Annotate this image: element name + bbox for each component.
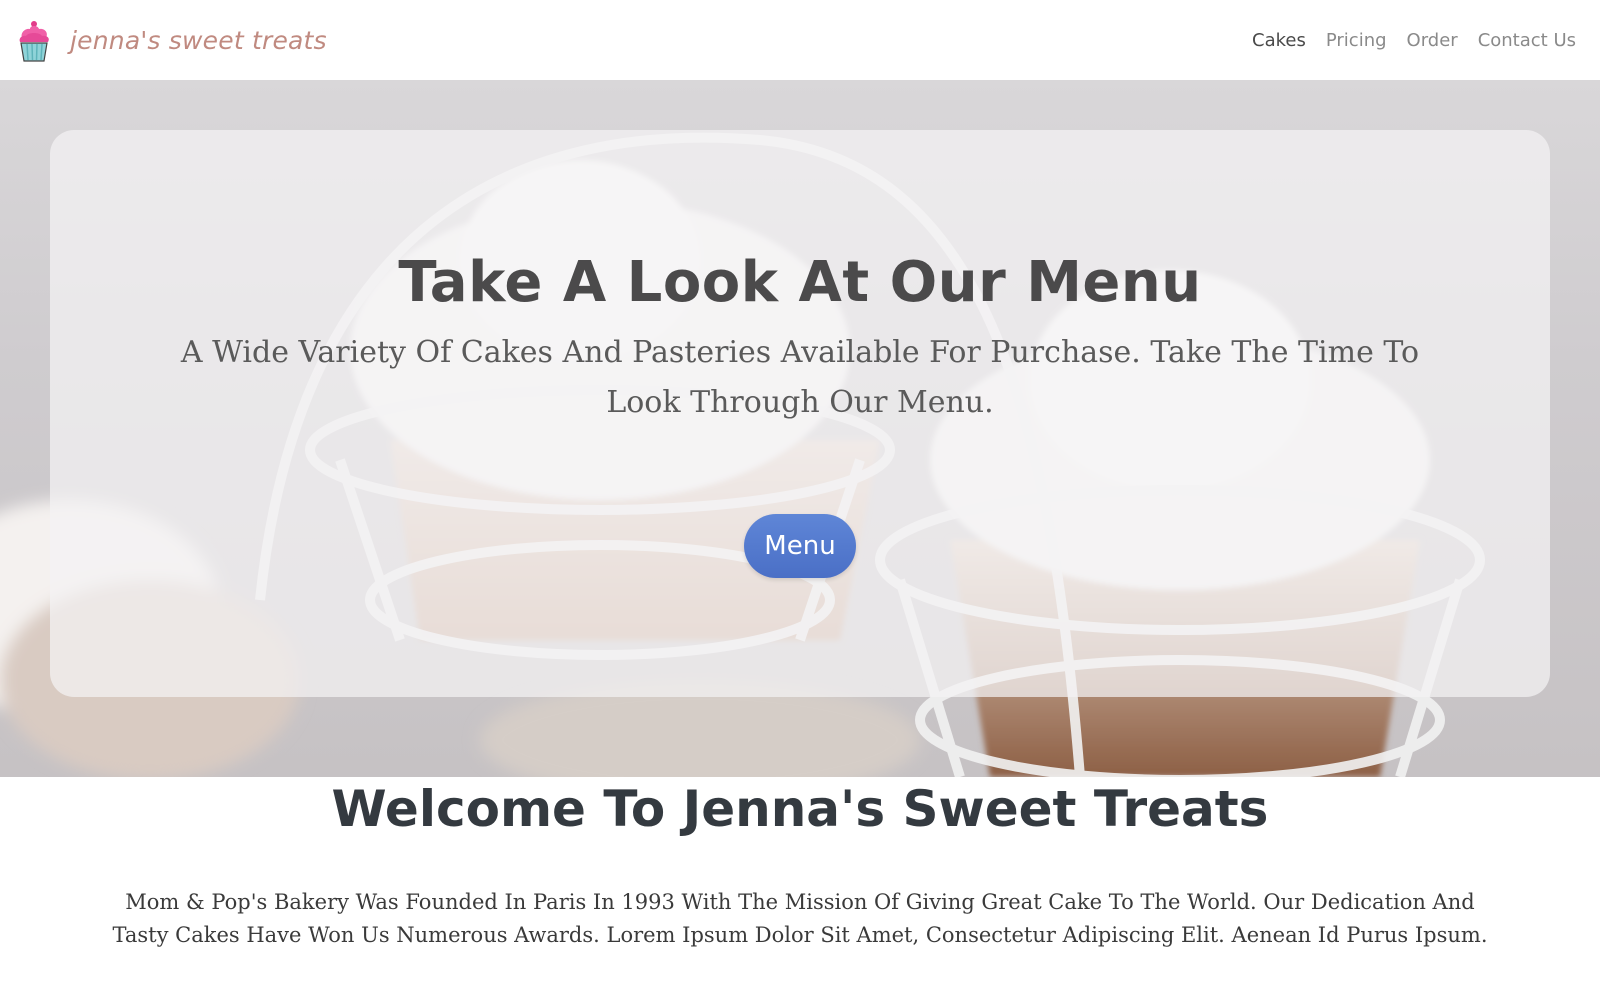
nav-item-contact-us[interactable]: Contact Us xyxy=(1478,30,1576,51)
nav-menu: Cakes Pricing Order Contact Us xyxy=(1232,30,1586,51)
hero-card: Take A Look At Our Menu A Wide Variety O… xyxy=(50,130,1550,697)
brand-name: jenna's sweet treats xyxy=(70,25,327,55)
brand-link[interactable]: jenna's sweet treats xyxy=(14,16,327,64)
nav-item-cakes[interactable]: Cakes xyxy=(1252,30,1306,51)
menu-button[interactable]: Menu xyxy=(744,514,856,578)
welcome-text: Mom & Pop's Bakery Was Founded In Paris … xyxy=(112,890,1488,947)
nav-item-pricing[interactable]: Pricing xyxy=(1326,30,1387,51)
hero-section: Take A Look At Our Menu A Wide Variety O… xyxy=(0,80,1600,777)
navbar: jenna's sweet treats Cakes Pricing Order… xyxy=(0,0,1600,80)
hero-subtitle: A Wide Variety Of Cakes And Pasteries Av… xyxy=(180,335,1420,420)
cupcake-icon xyxy=(19,21,49,62)
nav-item-order[interactable]: Order xyxy=(1407,30,1458,51)
welcome-title: Welcome To Jenna's Sweet Treats xyxy=(331,780,1269,838)
hero-title: Take A Look At Our Menu xyxy=(398,250,1202,315)
